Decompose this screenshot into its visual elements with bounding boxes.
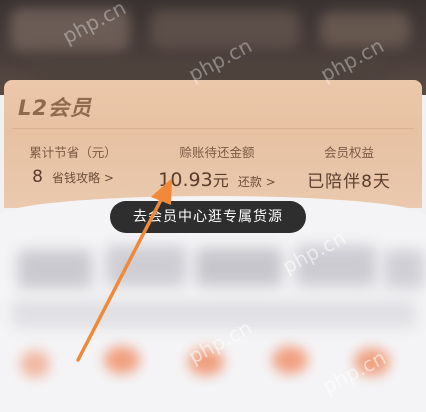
rights-stat[interactable]: 会员权益 已陪伴8天 [290, 142, 408, 192]
debt-label: 赊账待还金额 [179, 145, 255, 160]
member-center-button[interactable]: 去会员中心逛专属货源 [110, 201, 306, 233]
savings-stat: 累计节省（元） 8 省钱攻略 > [14, 142, 132, 187]
rights-value: 已陪伴8天 [307, 172, 391, 192]
savings-tips-link[interactable]: 省钱攻略 > [52, 171, 114, 185]
savings-label: 累计节省（元） [29, 145, 117, 160]
debt-stat: 赊账待还金额 10.93元 还款 > [142, 142, 292, 191]
card-divider [12, 128, 414, 129]
repay-link[interactable]: 还款 > [238, 175, 276, 189]
savings-value: 8 [32, 167, 43, 187]
membership-card: L2会员 累计节省（元） 8 省钱攻略 > 赊账待还金额 10.93元 还款 >… [4, 80, 422, 208]
debt-unit: 元 [212, 171, 229, 190]
rights-label: 会员权益 [323, 145, 374, 160]
membership-level-title: L2会员 [18, 96, 92, 120]
debt-value: 10.93 [158, 169, 213, 191]
